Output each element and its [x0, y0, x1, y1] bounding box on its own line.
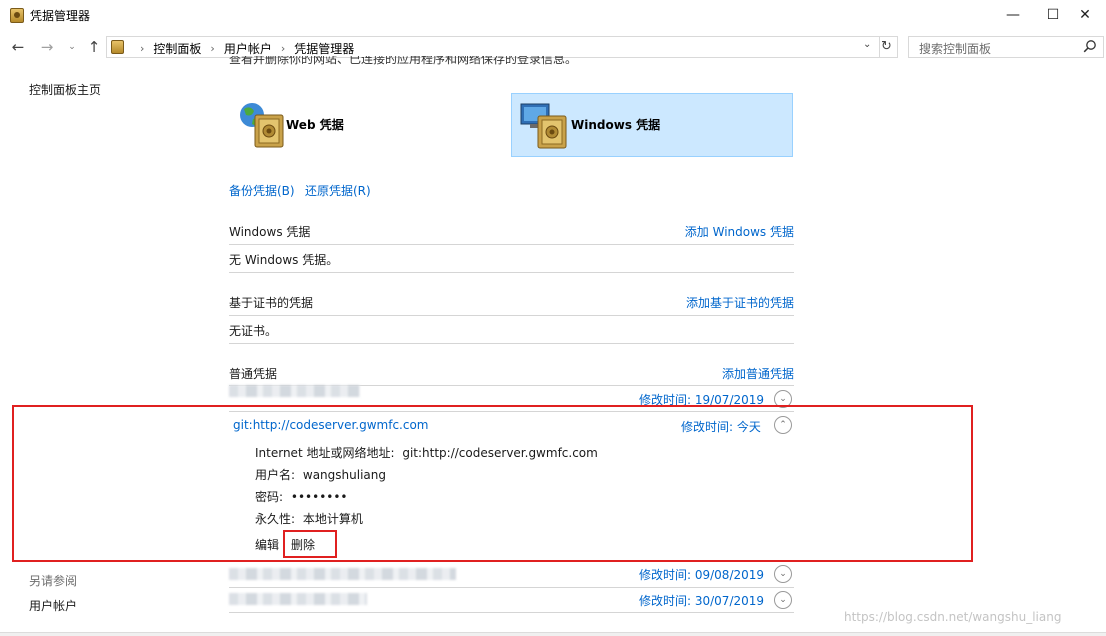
web-credentials-tile[interactable]: Web 凭据 [229, 93, 511, 157]
control-panel-icon [111, 40, 124, 54]
restore-credentials-link[interactable]: 还原凭据(R) [305, 182, 371, 199]
back-arrow-icon[interactable]: ← [8, 36, 28, 58]
credential-modified-date[interactable]: 修改时间: 30/07/2019 [639, 592, 764, 609]
credential-modified-date[interactable]: 修改时间: 09/08/2019 [639, 566, 764, 583]
certificate-credentials-heading: 基于证书的凭据 [229, 296, 314, 310]
backup-credentials-link[interactable]: 备份凭据(B) [229, 182, 295, 199]
control-panel-home-link[interactable]: 控制面板主页 [29, 81, 101, 98]
status-bar [0, 632, 1106, 636]
title-bar: 凭据管理器 — ☐ ✕ [0, 0, 1106, 32]
crumb-separator-icon[interactable]: › [140, 42, 144, 55]
breadcrumb-credential-manager[interactable]: 凭据管理器 [294, 40, 354, 57]
certificate-credentials-empty: 无证书。 [229, 324, 278, 338]
up-arrow-icon[interactable]: ↑ [84, 36, 104, 58]
redacted-credential-name[interactable] [229, 593, 367, 605]
annotation-delete-highlight [283, 530, 337, 558]
expand-chevron-icon[interactable]: ⌄ [774, 565, 792, 583]
breadcrumb-user-accounts[interactable]: 用户帐户 [224, 40, 272, 57]
section-divider [229, 244, 794, 245]
address-dropdown-icon[interactable]: ⌄ [863, 39, 871, 50]
refresh-icon[interactable]: ↻ [876, 36, 898, 58]
intro-text: 查看并删除你的网站、已连接的应用程序和网络保存的登录信息。 [229, 56, 577, 65]
row-divider [229, 612, 794, 613]
add-certificate-credential-link[interactable]: 添加基于证书的凭据 [686, 294, 794, 311]
redacted-credential-name[interactable] [229, 385, 360, 397]
intro-text-content: 查看并删除你的网站、已连接的应用程序和网络保存的登录信息。 [229, 56, 578, 65]
address-bar[interactable]: › 控制面板 › 用户帐户 › 凭据管理器 ⌄ [106, 36, 880, 58]
recent-locations-chevron-icon[interactable]: ⌄ [62, 36, 82, 58]
windows-credentials-tile[interactable]: Windows 凭据 [511, 93, 793, 157]
breadcrumb: › 控制面板 › 用户帐户 › 凭据管理器 [131, 40, 354, 57]
window-title: 凭据管理器 [30, 9, 91, 23]
expand-chevron-icon[interactable]: ⌄ [774, 591, 792, 609]
search-icon[interactable] [1083, 39, 1097, 53]
see-also-heading: 另请参阅 [29, 574, 78, 588]
search-placeholder[interactable]: 搜索控制面板 [919, 40, 991, 57]
web-credentials-label: Web 凭据 [286, 118, 344, 132]
user-accounts-link[interactable]: 用户帐户 [29, 597, 77, 614]
forward-arrow-icon[interactable]: → [37, 36, 57, 58]
windows-credentials-heading: Windows 凭据 [229, 225, 311, 239]
redacted-credential-name[interactable] [229, 568, 456, 580]
section-divider [229, 343, 794, 344]
crumb-separator-icon[interactable]: › [281, 42, 285, 55]
windows-credentials-empty: 无 Windows 凭据。 [229, 253, 339, 267]
annotation-highlight-box [12, 405, 973, 562]
credential-manager-icon [10, 8, 24, 23]
crumb-separator-icon[interactable]: › [210, 42, 214, 55]
generic-credentials-heading: 普通凭据 [229, 367, 278, 381]
windows-credentials-vault-icon [520, 103, 567, 149]
close-button[interactable]: ✕ [1062, 0, 1106, 30]
row-divider [229, 587, 794, 588]
section-divider [229, 315, 794, 316]
section-divider [229, 272, 794, 273]
watermark: https://blog.csdn.net/wangshu_liang [844, 610, 1062, 624]
add-windows-credential-link[interactable]: 添加 Windows 凭据 [685, 223, 794, 240]
breadcrumb-control-panel[interactable]: 控制面板 [153, 40, 201, 57]
add-generic-credential-link[interactable]: 添加普通凭据 [722, 365, 794, 382]
web-credentials-vault-icon [240, 103, 284, 148]
search-box[interactable]: 搜索控制面板 [908, 36, 1104, 58]
windows-credentials-label: Windows 凭据 [571, 118, 661, 132]
